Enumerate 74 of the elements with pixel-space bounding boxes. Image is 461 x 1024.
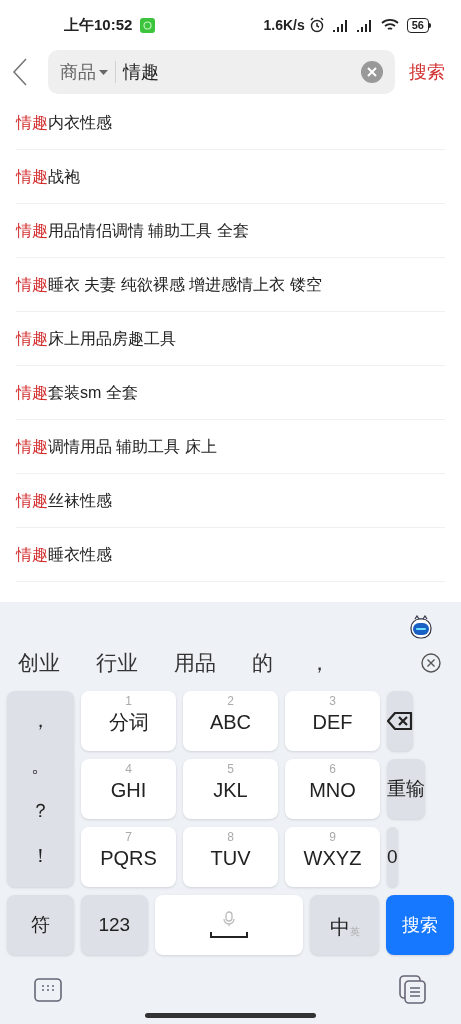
back-icon [12, 58, 28, 86]
assistant-robot-icon[interactable] [409, 615, 433, 639]
wifi-icon [380, 18, 399, 32]
key-label: MNO [309, 778, 356, 803]
backspace-key[interactable] [387, 691, 413, 751]
candidate-word[interactable]: ， [309, 647, 330, 679]
search-field[interactable]: 商品 情趣 [48, 50, 395, 94]
search-input[interactable]: 情趣 [123, 58, 361, 86]
close-icon[interactable] [421, 653, 441, 673]
key-digit: 1 [125, 694, 132, 708]
space-icon [210, 931, 248, 939]
candidate-word[interactable]: 行业 [96, 647, 138, 679]
signal-icon [330, 18, 349, 32]
suggestion-item[interactable]: 情趣睡衣性感 [16, 542, 112, 567]
key[interactable]: 5 JKL [183, 759, 278, 819]
clear-icon[interactable] [361, 61, 383, 83]
key[interactable]: 8 TUV [183, 827, 278, 887]
search-button[interactable]: 搜索 [409, 58, 445, 86]
key[interactable]: 符 [7, 895, 74, 955]
backspace-icon [387, 712, 413, 730]
suggestion-item[interactable]: 情趣用品情侣调情 辅助工具 全套 [16, 218, 249, 243]
key[interactable]: 3 DEF [285, 691, 380, 751]
symbol-key[interactable]: 。 [31, 752, 50, 781]
key-digit: 4 [125, 762, 132, 776]
candidate-word[interactable]: 创业 [18, 647, 60, 679]
key-digit: 3 [329, 694, 336, 708]
key[interactable]: 1 分词 [81, 691, 176, 751]
key-label: PQRS [100, 846, 157, 871]
suggestion-item[interactable]: 情趣床上用品房趣工具 [16, 326, 176, 351]
key[interactable]: 2 ABC [183, 691, 278, 751]
microphone-icon [223, 911, 235, 927]
status-time: 上午10:52 [64, 14, 133, 35]
keyboard-icon[interactable] [34, 977, 62, 1002]
key-label: WXYZ [303, 846, 362, 871]
key[interactable]: 0 [387, 827, 398, 887]
key[interactable]: 重输 [387, 759, 425, 819]
suggestion-item[interactable]: 情趣睡衣 夫妻 纯欲裸感 增进感情上衣 镂空 [16, 272, 322, 297]
key-label: 分词 [108, 710, 149, 735]
key-digit: 9 [329, 830, 336, 844]
key-digit: 7 [125, 830, 132, 844]
battery-level: 56 [406, 17, 429, 33]
key-label: TUV [210, 846, 251, 871]
key-digit: 8 [227, 830, 234, 844]
key-label: 中 [329, 917, 350, 937]
key-digit: 2 [227, 694, 234, 708]
suggestion-item[interactable]: 情趣内衣性感 [16, 110, 112, 135]
symbol-key[interactable]: ， [31, 707, 50, 736]
suggestion-item[interactable]: 情趣套装sm 全套 [16, 380, 138, 405]
key[interactable]: 4 GHI [81, 759, 176, 819]
key-label: JKL [213, 778, 248, 803]
key-digit: 5 [227, 762, 234, 776]
clipboard-icon[interactable] [399, 974, 427, 1005]
suggestion-item[interactable]: 情趣战袍 [16, 164, 80, 189]
search-key[interactable]: 搜索 [386, 895, 454, 955]
app-notification-icon [140, 17, 156, 33]
signal-icon [354, 18, 373, 32]
key[interactable]: 9 WXYZ [285, 827, 380, 887]
dropdown-caret-icon [99, 69, 108, 75]
key-digit: 6 [329, 762, 336, 776]
suggestion-item[interactable]: 情趣丝袜性感 [16, 488, 112, 513]
key-label: ABC [209, 710, 252, 735]
alarm-icon [308, 17, 325, 33]
key-label: DEF [312, 710, 353, 735]
key[interactable]: 123 [80, 895, 148, 955]
key[interactable]: 7 PQRS [81, 827, 176, 887]
symbol-key[interactable]: ！ [31, 842, 50, 871]
key[interactable]: 6 MNO [285, 759, 380, 819]
key-label: GHI [110, 778, 147, 803]
network-speed: 1.6K/s [263, 15, 305, 35]
candidate-word[interactable]: 用品 [174, 647, 216, 679]
candidate-word[interactable]: 的 [252, 647, 273, 679]
suggestion-item[interactable]: 情趣调情用品 辅助工具 床上 [16, 434, 217, 459]
symbol-key[interactable]: ？ [31, 797, 50, 826]
scope-label: 商品 [60, 60, 96, 84]
